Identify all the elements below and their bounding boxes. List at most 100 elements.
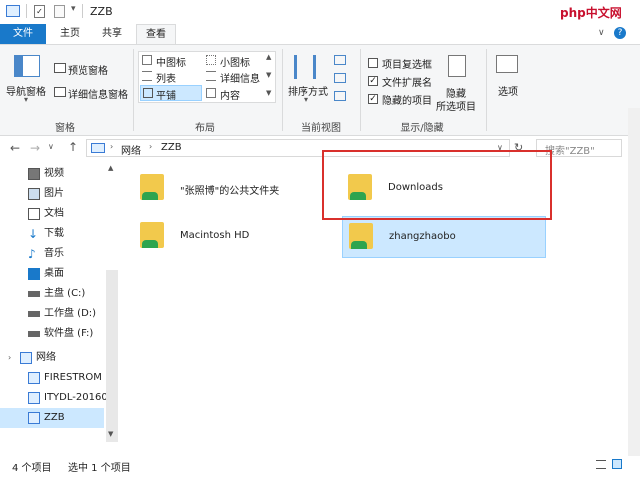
breadcrumb-zzb[interactable]: ZZB xyxy=(161,142,182,153)
title-divider xyxy=(82,4,83,18)
drive-icon xyxy=(28,291,40,297)
search-placeholder: 搜索"ZZB" xyxy=(545,146,595,157)
window-app-icon[interactable] xyxy=(6,5,20,17)
panes-group-label: 窗格 xyxy=(55,123,75,134)
shared-folder-icon xyxy=(140,222,164,248)
ribbon-divider xyxy=(282,49,283,131)
file-extensions-checkbox[interactable]: ✓ xyxy=(368,76,378,86)
sidebar-item-drive-c[interactable]: 主盘 (C:) xyxy=(0,284,104,304)
scroll-down-icon[interactable]: ▼ xyxy=(108,430,113,438)
forward-icon[interactable]: → xyxy=(30,141,40,155)
nav-scroll-up-icon[interactable]: ▲ xyxy=(108,164,113,172)
quick-access-dropdown-icon[interactable]: ▾ xyxy=(71,4,76,14)
options-button[interactable]: 选项 xyxy=(498,83,518,98)
sidebar-item-firestrom[interactable]: FIRESTROM xyxy=(0,368,104,388)
new-folder-icon[interactable] xyxy=(54,5,65,18)
sidebar-item-network[interactable]: › 网络 xyxy=(0,348,104,368)
details-pane-icon xyxy=(54,87,66,97)
preview-pane-icon xyxy=(54,63,66,73)
item-count: 4 个项目 xyxy=(12,463,52,474)
recent-locations-icon[interactable]: ∨ xyxy=(48,142,54,151)
layout-expand-icon[interactable]: ▼ xyxy=(266,89,271,97)
pictures-icon xyxy=(28,188,40,200)
sidebar-item-downloads[interactable]: ↓ 下载 xyxy=(0,224,104,244)
music-icon: ♪ xyxy=(28,247,36,261)
sidebar-item-zzb[interactable]: ZZB xyxy=(0,408,104,428)
help-icon[interactable]: ? xyxy=(614,27,626,39)
hide-selected-button-line2[interactable]: 所选项目 xyxy=(436,98,476,113)
up-icon[interactable]: ↑ xyxy=(68,140,78,154)
tab-file[interactable]: 文件 xyxy=(0,24,46,44)
nav-pane-icon xyxy=(14,55,40,77)
small-icons-icon xyxy=(206,55,216,65)
layout-content[interactable]: 内容 xyxy=(220,87,240,102)
sort-by-icon xyxy=(294,55,316,79)
tab-view[interactable]: 查看 xyxy=(136,24,176,44)
details-view-icon xyxy=(206,71,216,81)
breadcrumb-separator-icon[interactable]: › xyxy=(110,142,113,151)
content-scrollbar[interactable] xyxy=(628,108,640,456)
breadcrumb-separator-icon[interactable]: › xyxy=(149,142,152,151)
download-icon: ↓ xyxy=(28,227,39,241)
shared-folder-icon xyxy=(349,223,373,249)
layout-small-icons[interactable]: 小图标 xyxy=(220,54,250,69)
sidebar-item-drive-d[interactable]: 工作盘 (D:) xyxy=(0,304,104,324)
expand-arrow-icon[interactable]: › xyxy=(8,348,11,368)
sidebar-item-itydl[interactable]: ITYDL-20160 xyxy=(0,388,108,408)
window-title: ZZB xyxy=(90,5,113,18)
add-columns-icon[interactable] xyxy=(334,73,346,83)
nav-pane-scrollbar[interactable]: ▼ xyxy=(106,270,118,442)
folder-item-zhangzhaobo[interactable]: zhangzhaobo xyxy=(342,216,546,258)
preview-pane-button[interactable]: 预览窗格 xyxy=(68,62,108,77)
tiles-view-icon xyxy=(143,88,153,98)
shared-folder-icon xyxy=(140,174,164,200)
size-columns-icon[interactable] xyxy=(334,91,346,101)
ribbon: 导航窗格 ▾ 预览窗格 详细信息窗格 窗格 中图标 小图标 列表 详细信息 平铺… xyxy=(0,44,640,136)
details-view-toggle-icon[interactable] xyxy=(596,460,606,469)
sidebar-item-music[interactable]: ♪ 音乐 xyxy=(0,244,104,264)
current-view-group-label: 当前视图 xyxy=(301,123,341,134)
sidebar-item-drive-f[interactable]: 软件盘 (F:) xyxy=(0,324,104,344)
ribbon-tab-bar: 文件 主页 共享 查看 ∨ ? xyxy=(0,24,640,44)
sidebar-item-videos[interactable]: 视频 xyxy=(0,164,104,184)
layout-list[interactable]: 列表 xyxy=(156,70,176,85)
layout-tiles[interactable]: 平铺 xyxy=(156,87,176,102)
computer-icon xyxy=(28,392,40,404)
hidden-items-label: 隐藏的项目 xyxy=(382,96,432,107)
nav-pane-dropdown-icon[interactable]: ▾ xyxy=(24,95,28,104)
layout-scroll-up-icon[interactable]: ▲ xyxy=(266,53,271,61)
options-icon xyxy=(496,55,518,73)
tiles-view-toggle-icon[interactable] xyxy=(612,459,622,469)
layout-medium-icons[interactable]: 中图标 xyxy=(156,54,186,69)
details-pane-button[interactable]: 详细信息窗格 xyxy=(68,86,128,101)
back-icon[interactable]: ← xyxy=(10,141,20,155)
properties-icon[interactable]: ✓ xyxy=(34,5,45,18)
layout-details[interactable]: 详细信息 xyxy=(220,70,260,85)
folder-label: zhangzhaobo xyxy=(389,231,456,242)
folder-label: Macintosh HD xyxy=(180,230,250,241)
folder-item-shared[interactable]: "张照博"的公共文件夹 xyxy=(134,168,310,210)
computer-icon xyxy=(28,412,40,424)
tab-share[interactable]: 共享 xyxy=(92,24,132,44)
watermark-logo: php中文网 xyxy=(560,6,622,20)
hidden-items-checkbox[interactable]: ✓ xyxy=(368,94,378,104)
collapse-ribbon-icon[interactable]: ∨ xyxy=(598,28,605,38)
group-by-icon[interactable] xyxy=(334,55,346,65)
highlight-box xyxy=(322,150,552,220)
sidebar-item-pictures[interactable]: 图片 xyxy=(0,184,104,204)
documents-icon xyxy=(28,208,40,220)
show-hide-group-label: 显示/隐藏 xyxy=(400,123,444,134)
breadcrumb-network[interactable]: 网络 xyxy=(121,142,141,157)
layout-scroll-down-icon[interactable]: ▼ xyxy=(266,71,271,79)
sidebar-item-desktop[interactable]: 桌面 xyxy=(0,264,104,284)
item-checkboxes-checkbox[interactable] xyxy=(368,58,378,68)
sidebar-item-documents[interactable]: 文档 xyxy=(0,204,104,224)
folder-item-macintosh-hd[interactable]: Macintosh HD xyxy=(134,216,310,258)
ribbon-divider xyxy=(133,49,134,131)
network-icon xyxy=(20,352,32,364)
ribbon-divider xyxy=(360,49,361,131)
item-checkboxes-label: 项目复选框 xyxy=(382,60,432,71)
list-view-icon xyxy=(142,71,152,81)
tab-home[interactable]: 主页 xyxy=(50,24,90,44)
sort-by-dropdown-icon[interactable]: ▾ xyxy=(304,95,308,104)
